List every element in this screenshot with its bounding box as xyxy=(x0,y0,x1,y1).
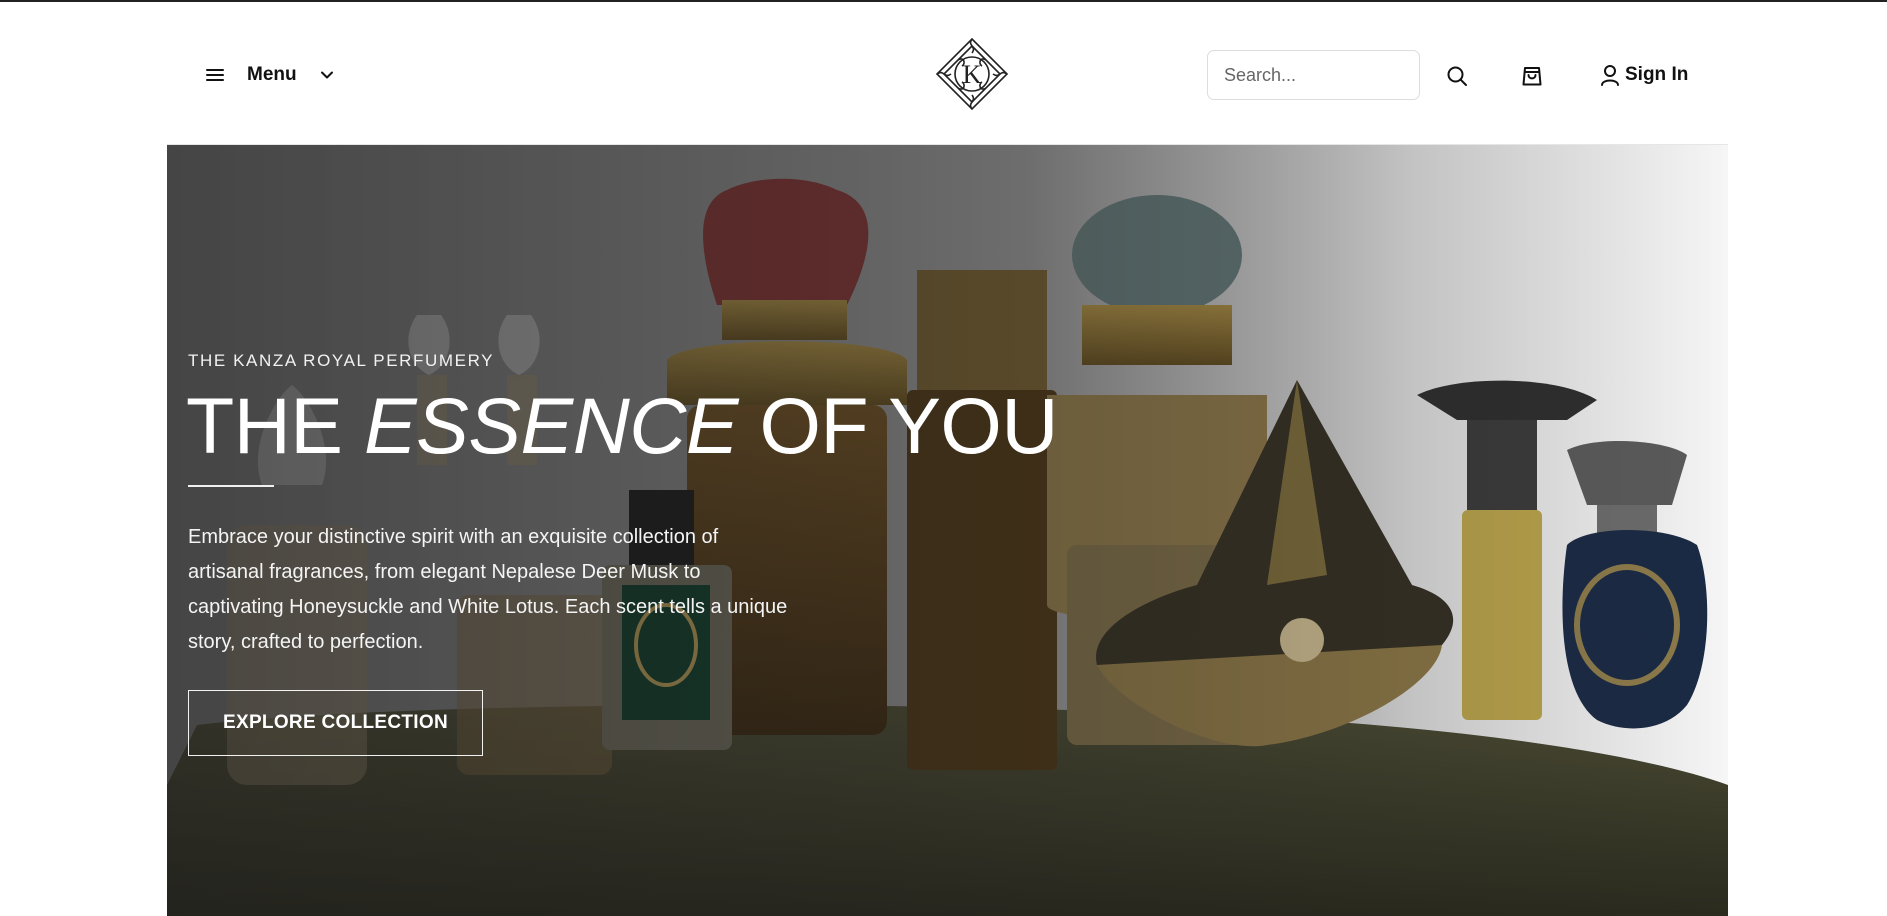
cart-button[interactable] xyxy=(1517,61,1547,91)
shopping-bag-icon xyxy=(1522,67,1542,86)
search-icon xyxy=(1447,66,1467,86)
hero-banner: THE KANZA ROYAL PERFUMERY THE ESSENCE OF… xyxy=(167,145,1728,916)
hero-description: Embrace your distinctive spirit with an … xyxy=(188,526,788,653)
search-button[interactable] xyxy=(1442,61,1472,91)
search-field[interactable] xyxy=(1207,50,1420,100)
sign-in-label: Sign In xyxy=(1625,64,1689,85)
menu-label: Menu xyxy=(247,64,297,85)
headline-part-1: THE xyxy=(186,381,364,470)
menu-button[interactable]: Menu xyxy=(204,58,335,92)
svg-text:K: K xyxy=(963,60,982,89)
search-input[interactable] xyxy=(1208,51,1419,99)
sign-in-link[interactable]: Sign In xyxy=(1600,60,1688,90)
brand-logo[interactable]: K xyxy=(934,36,1010,112)
headline-part-2: OF YOU xyxy=(738,381,1058,470)
user-icon xyxy=(1601,65,1619,86)
headline-emphasis: ESSENCE xyxy=(363,381,739,470)
hero-eyebrow: THE KANZA ROYAL PERFUMERY xyxy=(188,351,495,370)
site-header: Menu K Search... Sign In xyxy=(0,2,1887,146)
hero-headline: THE ESSENCE OF YOU xyxy=(186,381,1058,470)
explore-collection-button[interactable]: EXPLORE COLLECTION xyxy=(188,690,483,756)
chevron-down-icon xyxy=(320,71,333,79)
headline-underline xyxy=(188,485,274,487)
hamburger-icon xyxy=(204,66,226,84)
